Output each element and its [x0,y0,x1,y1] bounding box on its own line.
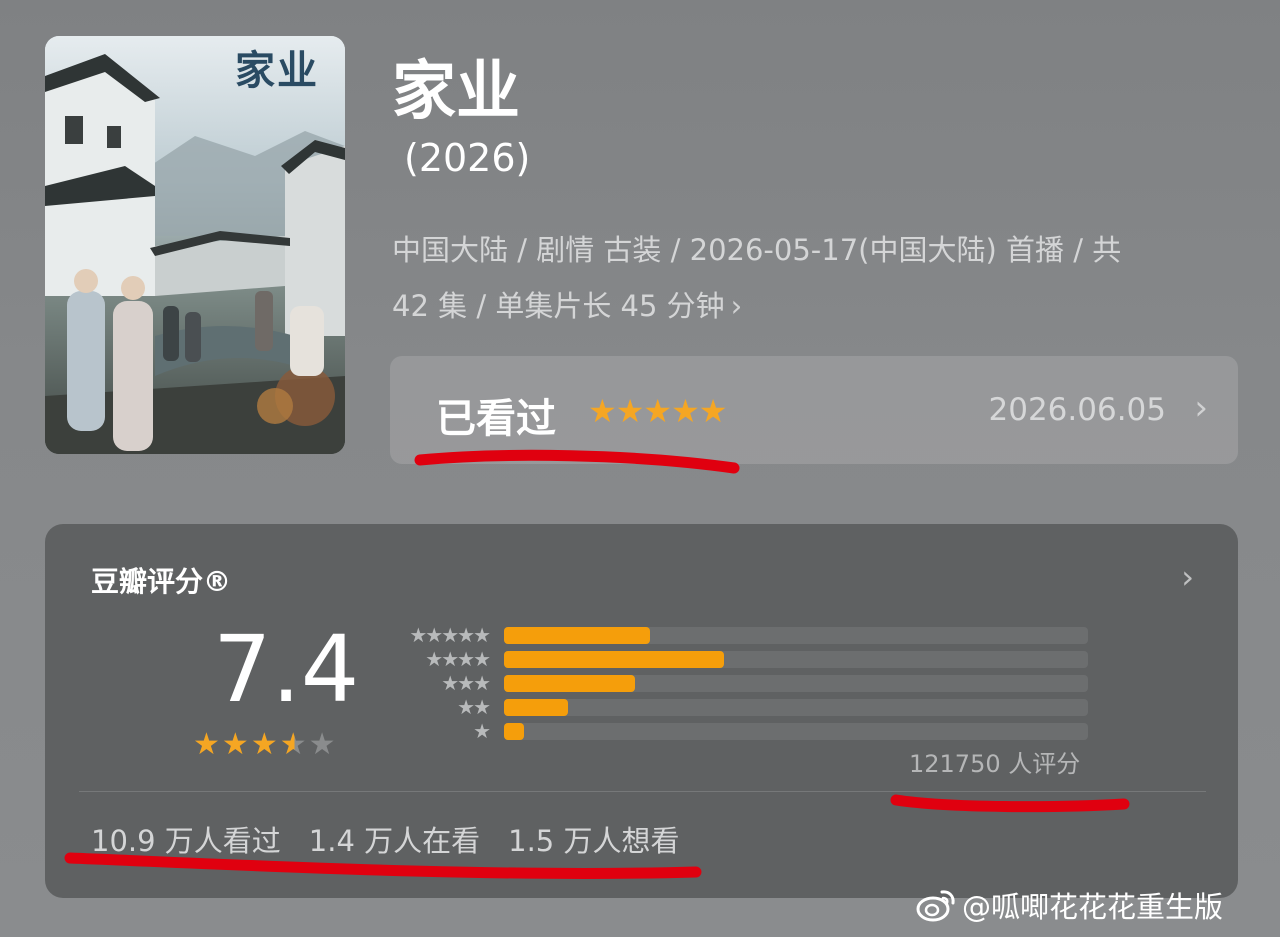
show-year: (2026) [404,136,531,180]
rating-score: 7.4 [213,616,360,723]
distribution-stars-icon: ★★★★★ [409,623,491,647]
distribution-bar-fill [504,723,524,740]
rating-card-title: 豆瓣评分® [91,565,232,598]
poster-title-text: 家业 [235,47,319,94]
star-filled-icon: ★ [193,727,222,762]
raters-count: 121750 人评分 [909,750,1081,778]
meta-line-2: 42 集 / 单集片长 45 分钟 [392,289,725,323]
distribution-stars-icon: ★ [473,719,491,743]
chevron-right-icon: › [730,289,743,323]
distribution-row: ★★★★★ [385,623,1105,649]
distribution-bar-fill [504,699,568,716]
distribution-bar-fill [504,627,650,644]
distribution-stars-icon: ★★★★ [425,647,491,671]
distribution-row: ★ [385,719,1105,745]
red-underline-mark [890,794,1130,813]
weibo-watermark: @呱唧花花花重生版 [916,884,1223,926]
watermark-text: @呱唧花花花重生版 [962,890,1224,924]
chevron-right-icon: › [1181,558,1194,596]
show-title: 家业 [392,55,520,129]
chevron-right-icon: › [1194,388,1208,428]
user-rating-stars: ★★★★★ [588,392,727,430]
distribution-row: ★★ [385,695,1105,721]
watched-date: 2026.06.05 [988,392,1167,428]
distribution-row: ★★★★ [385,647,1105,673]
star-filled-icon: ★ [250,727,280,762]
distribution-bar-track [504,651,1088,668]
star-empty-icon: ★ [308,727,338,762]
watched-label: 已看过 [436,396,556,442]
distribution-bar-track [504,675,1088,692]
douban-rating-card[interactable]: 豆瓣评分® › 7.4 ★★★★★ ★★★★★ ★★★★ ★★★ ★★ ★ 121750… [45,524,1238,898]
distribution-bar-track [504,699,1088,716]
distribution-bar-fill [504,651,724,668]
poster-image[interactable]: 家业 [45,36,345,454]
red-underline-mark [414,449,740,474]
star-half-icon: ★ [279,727,309,762]
red-underline-mark [64,852,702,879]
rating-stars-display: ★★★★★ [193,727,338,762]
weibo-icon [916,890,955,922]
rating-distribution: ★★★★★ ★★★★ ★★★ ★★ ★ [385,623,1105,745]
poster-artwork [45,36,345,454]
meta-line-1: 中国大陆 / 剧情 古装 / 2026-05-17(中国大陆) 首播 / 共 [392,233,1122,267]
distribution-bar-fill [504,675,635,692]
distribution-row: ★★★ [385,671,1105,697]
show-meta[interactable]: 中国大陆 / 剧情 古装 / 2026-05-17(中国大陆) 首播 / 共 4… [392,222,1232,334]
star-filled-icon: ★ [221,727,251,762]
distribution-stars-icon: ★★ [457,695,491,719]
distribution-stars-icon: ★★★ [441,671,491,695]
distribution-bar-track [504,627,1088,644]
distribution-bar-track [504,723,1088,740]
